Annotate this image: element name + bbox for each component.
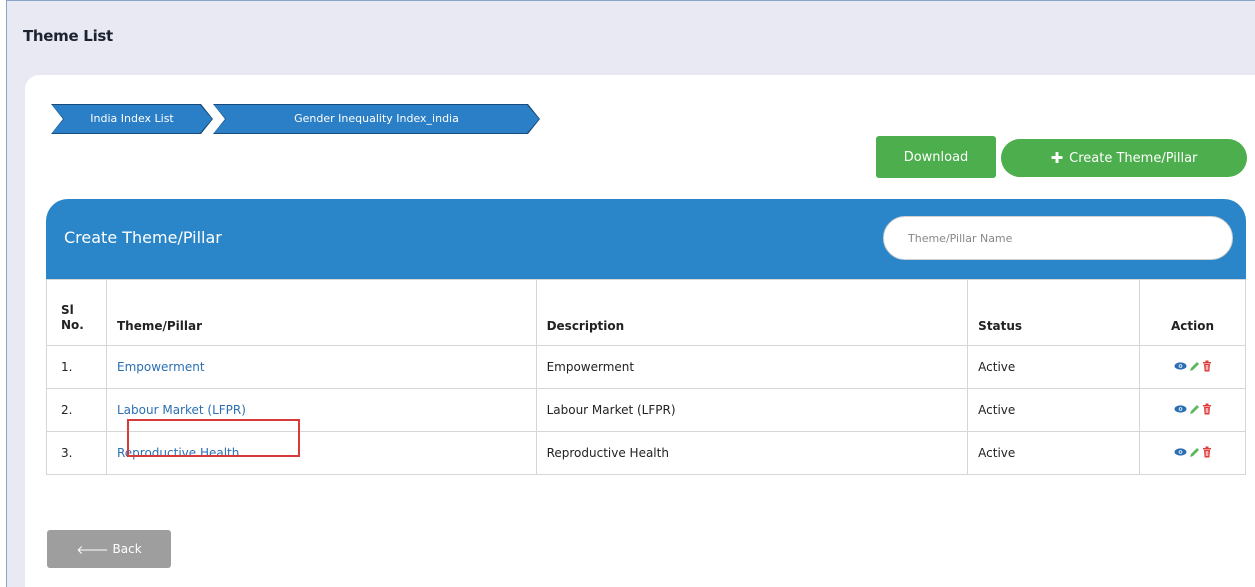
column-header-status: Status [967,279,1141,346]
column-header-action: Action [1139,279,1246,346]
table-row: 1. Empowerment Empowerment Active [46,345,1246,389]
back-label: Back [112,542,142,556]
app-frame: Theme List India Index List Gender Inequ… [6,0,1255,587]
column-header-sl-no: Sl No. [46,279,107,346]
breadcrumb-item-gender-inequality-index[interactable]: Gender Inequality Index_india [214,105,539,133]
cell-status: Active [967,345,1141,389]
eye-icon[interactable] [1174,447,1187,457]
pencil-icon[interactable] [1189,447,1200,458]
cell-sl: 3. [46,431,107,475]
cell-status: Active [967,431,1141,475]
cell-status: Active [967,388,1141,432]
cell-sl: 1. [46,345,107,389]
plus-icon: ✚ [1050,149,1064,167]
eye-icon[interactable] [1174,404,1187,414]
theme-link-empowerment[interactable]: Empowerment [117,360,205,374]
trash-icon[interactable] [1202,403,1212,415]
content-card: India Index List Gender Inequality Index… [25,75,1255,587]
breadcrumb-item-india-index-list[interactable]: India Index List [52,105,212,133]
theme-panel: Create Theme/Pillar Sl No. Theme/Pillar … [46,199,1246,475]
cell-description: Empowerment [535,345,969,389]
highlight-box [127,419,300,457]
page-title: Theme List [23,27,113,45]
pencil-icon[interactable] [1189,361,1200,372]
back-button[interactable]: 🡐 Back [47,530,171,568]
create-theme-label: Create Theme/Pillar [1069,150,1198,166]
eye-icon[interactable] [1174,361,1187,371]
row-actions [1174,360,1212,372]
column-header-theme-pillar: Theme/Pillar [105,279,537,346]
pencil-icon[interactable] [1189,404,1200,415]
cell-sl: 2. [46,388,107,432]
row-actions [1174,403,1212,415]
download-button[interactable]: Download [876,136,996,178]
trash-icon[interactable] [1202,446,1212,458]
trash-icon[interactable] [1202,360,1212,372]
column-header-description: Description [535,279,969,346]
row-actions [1174,446,1212,458]
cell-description: Labour Market (LFPR) [535,388,969,432]
theme-search-input[interactable] [883,216,1233,260]
theme-link-labour-market[interactable]: Labour Market (LFPR) [117,403,246,417]
panel-header: Create Theme/Pillar [46,199,1246,279]
panel-title: Create Theme/Pillar [64,228,222,247]
cell-description: Reproductive Health [535,431,969,475]
arrow-left-icon: 🡐 [76,542,109,557]
table-header-row: Sl No. Theme/Pillar Description Status A… [46,279,1246,346]
create-theme-button[interactable]: ✚ Create Theme/Pillar [1001,139,1247,177]
